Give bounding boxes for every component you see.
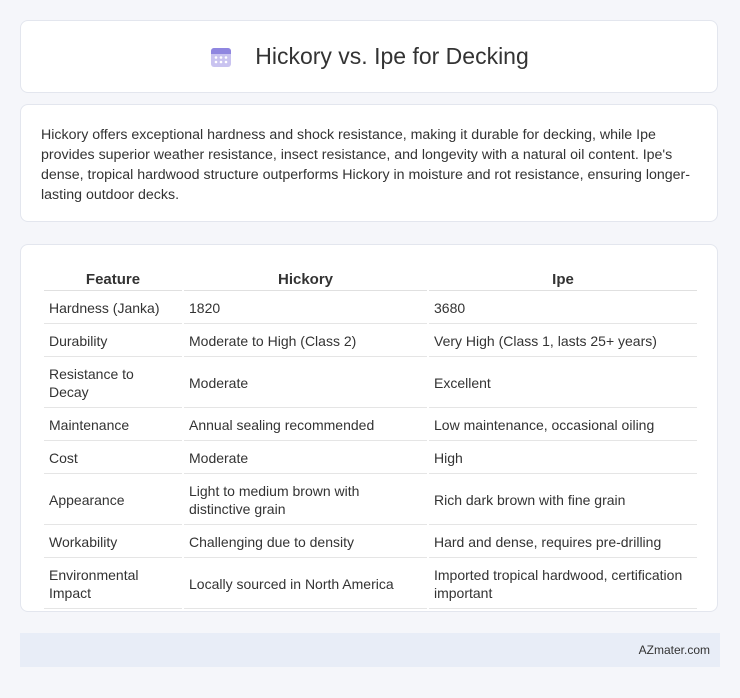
table-row: Durability Moderate to High (Class 2) Ve… [44, 326, 697, 357]
table-row: Resistance to Decay Moderate Excellent [44, 359, 697, 408]
table-cell-feature: Durability [44, 326, 182, 357]
table-cell-hickory: Moderate [184, 443, 427, 474]
table-cell-ipe: Very High (Class 1, lasts 25+ years) [429, 326, 697, 357]
table-cell-ipe: 3680 [429, 293, 697, 324]
column-header-hickory: Hickory [184, 267, 427, 291]
table-cell-hickory: Annual sealing recommended [184, 410, 427, 441]
table-cell-hickory: Light to medium brown with distinctive g… [184, 476, 427, 525]
table-cell-ipe: High [429, 443, 697, 474]
table-cell-hickory: 1820 [184, 293, 427, 324]
title-card: Hickory vs. Ipe for Decking [20, 20, 718, 93]
table-cell-hickory: Locally sourced in North America [184, 560, 427, 609]
table-cell-hickory: Challenging due to density [184, 527, 427, 558]
table-cell-feature: Hardness (Janka) [44, 293, 182, 324]
table-row: Hardness (Janka) 1820 3680 [44, 293, 697, 324]
summary-text: Hickory offers exceptional hardness and … [41, 127, 690, 203]
table-cell-ipe: Hard and dense, requires pre-drilling [429, 527, 697, 558]
footer: AZmater.com [20, 633, 720, 667]
table-cell-feature: Maintenance [44, 410, 182, 441]
table-cell-hickory: Moderate [184, 359, 427, 408]
table-cell-ipe: Rich dark brown with fine grain [429, 476, 697, 525]
table-cell-ipe: Low maintenance, occasional oiling [429, 410, 697, 441]
table-row: Appearance Light to medium brown with di… [44, 476, 697, 525]
table-row: Workability Challenging due to density H… [44, 527, 697, 558]
table-cell-ipe: Excellent [429, 359, 697, 408]
page-title: Hickory vs. Ipe for Decking [255, 43, 529, 69]
comparison-table: Feature Hickory Ipe Hardness (Janka) 182… [42, 265, 699, 611]
footer-site-name: AZmater.com [638, 643, 710, 657]
column-header-feature: Feature [44, 267, 182, 291]
table-row: Cost Moderate High [44, 443, 697, 474]
column-header-ipe: Ipe [429, 267, 697, 291]
table-cell-feature: Resistance to Decay [44, 359, 182, 408]
table-cell-feature: Appearance [44, 476, 182, 525]
table-row: Environmental Impact Locally sourced in … [44, 560, 697, 609]
summary-card: Hickory offers exceptional hardness and … [20, 104, 718, 222]
table-row: Maintenance Annual sealing recommended L… [44, 410, 697, 441]
table-header-row: Feature Hickory Ipe [44, 267, 697, 291]
comparison-table-card: Feature Hickory Ipe Hardness (Janka) 182… [20, 244, 718, 612]
table-cell-hickory: Moderate to High (Class 2) [184, 326, 427, 357]
table-cell-feature: Environmental Impact [44, 560, 182, 609]
calendar-icon [211, 47, 232, 67]
table-cell-ipe: Imported tropical hardwood, certificatio… [429, 560, 697, 609]
table-cell-feature: Cost [44, 443, 182, 474]
table-cell-feature: Workability [44, 527, 182, 558]
